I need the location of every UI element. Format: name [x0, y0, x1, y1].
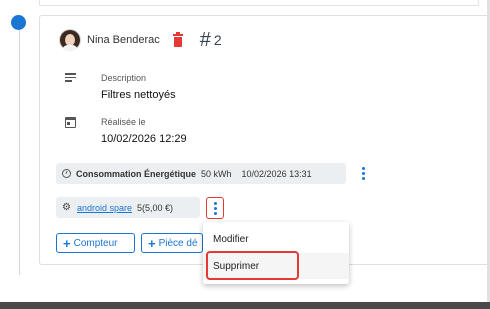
add-piece-button[interactable]: + Pièce dé — [141, 233, 203, 253]
realisee-label: Réalisée le — [101, 117, 146, 127]
spare-chip[interactable]: ⚙ android spare 5(5,00 €) — [56, 197, 200, 218]
description-icon — [65, 73, 76, 82]
description-label: Description — [101, 73, 147, 83]
plus-icon: + — [63, 235, 71, 251]
spare-link[interactable]: android spare — [77, 203, 132, 213]
timeline-panel: Nina Benderac # 2 Description Filtres ne… — [0, 0, 490, 309]
avatar — [59, 29, 81, 51]
bottom-bar — [0, 302, 490, 309]
timeline-dot — [11, 15, 26, 30]
consumption-amount: 50 kWh — [201, 168, 232, 179]
author-name: Nina Benderac — [87, 34, 160, 46]
calendar-icon — [65, 117, 76, 128]
plus-icon: + — [148, 235, 156, 251]
timeline-line — [19, 20, 20, 275]
entry-number-value: 2 — [213, 32, 222, 48]
consumption-date: 10/02/2026 13:31 — [241, 168, 312, 179]
trash-icon[interactable] — [172, 31, 183, 47]
menu-item-modifier[interactable]: Modifier — [203, 226, 349, 252]
spare-qty: 5(5,00 €) — [137, 202, 174, 213]
highlight-outline — [206, 251, 299, 280]
gear-icon: ⚙ — [62, 202, 71, 213]
entry-number: # 2 — [200, 30, 222, 50]
previous-card-edge — [39, 0, 479, 6]
description-value: Filtres nettoyés — [101, 89, 176, 101]
add-compteur-button[interactable]: + Compteur — [56, 233, 135, 253]
realisee-value: 10/02/2026 12:29 — [101, 133, 187, 145]
menu-item-modifier-label: Modifier — [213, 233, 249, 245]
hash-icon: # — [199, 29, 211, 51]
consumption-title: Consommation Énergétique — [76, 168, 197, 179]
author-row: Nina Benderac # 2 — [59, 27, 222, 53]
consumption-menu-button[interactable] — [355, 164, 371, 182]
spare-menu-button[interactable] — [206, 197, 224, 219]
consumption-chip[interactable]: Consommation Énergétique 50 kWh 10/02/20… — [56, 163, 346, 184]
add-piece-label: Pièce dé — [158, 237, 198, 249]
gauge-icon — [62, 169, 71, 178]
add-compteur-label: Compteur — [73, 237, 118, 249]
